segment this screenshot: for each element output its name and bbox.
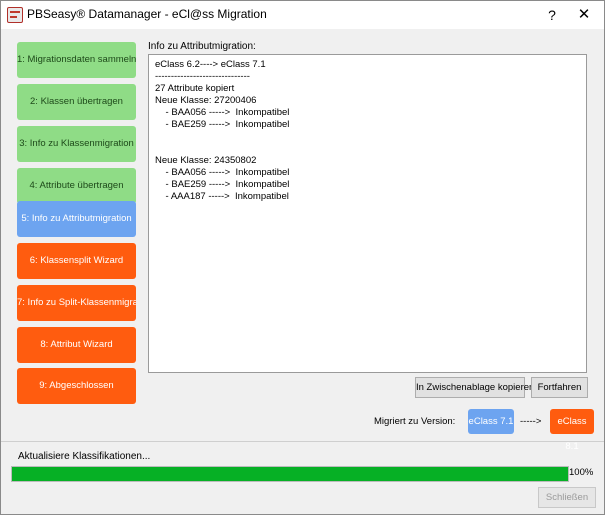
step-8-button[interactable]: 8: Attribut Wizard: [17, 327, 136, 363]
step-4-button[interactable]: 4: Attribute übertragen: [17, 168, 136, 204]
version-arrow: ----->: [520, 416, 542, 427]
progress-bar: [11, 466, 569, 482]
migrated-version-label: Migriert zu Version:: [374, 416, 456, 427]
progress-percent: 100%: [569, 467, 594, 478]
copy-to-clipboard-button[interactable]: In Zwischenablage kopieren: [415, 377, 534, 398]
separator: [1, 441, 604, 442]
status-text: Aktualisiere Klassifikationen...: [18, 451, 151, 462]
target-version-badge: eClass 8.1: [550, 409, 594, 452]
source-version-badge: eClass 7.1: [468, 409, 514, 434]
step-5-button[interactable]: 5: Info zu Attributmigration: [17, 201, 136, 237]
close-window-button[interactable]: ✕: [571, 4, 597, 26]
continue-button[interactable]: Fortfahren: [531, 377, 588, 398]
window-title: PBSeasy® Datamanager - eCl@ss Migration: [27, 7, 267, 21]
info-textarea[interactable]: eClass 6.2----> eClass 7.1 -------------…: [148, 54, 587, 373]
step-6-button[interactable]: 6: Klassensplit Wizard: [17, 243, 136, 279]
progress-fill: [12, 467, 568, 481]
close-button[interactable]: Schließen: [538, 487, 596, 508]
migration-window: PBSeasy® Datamanager - eCl@ss Migration …: [0, 0, 605, 515]
info-text: eClass 6.2----> eClass 7.1 -------------…: [155, 59, 290, 202]
step-9-button[interactable]: 9: Abgeschlossen: [17, 368, 136, 404]
info-label: Info zu Attributmigration:: [148, 41, 256, 52]
help-button[interactable]: ?: [539, 4, 565, 26]
title-bar: PBSeasy® Datamanager - eCl@ss Migration …: [1, 1, 604, 29]
step-1-button[interactable]: 1: Migrationsdaten sammeln: [17, 42, 136, 78]
step-2-button[interactable]: 2: Klassen übertragen: [17, 84, 136, 120]
step-7-button[interactable]: 7: Info zu Split-Klassenmigration: [17, 285, 136, 321]
step-3-button[interactable]: 3: Info zu Klassenmigration: [17, 126, 136, 162]
app-logo-icon: [7, 7, 23, 23]
